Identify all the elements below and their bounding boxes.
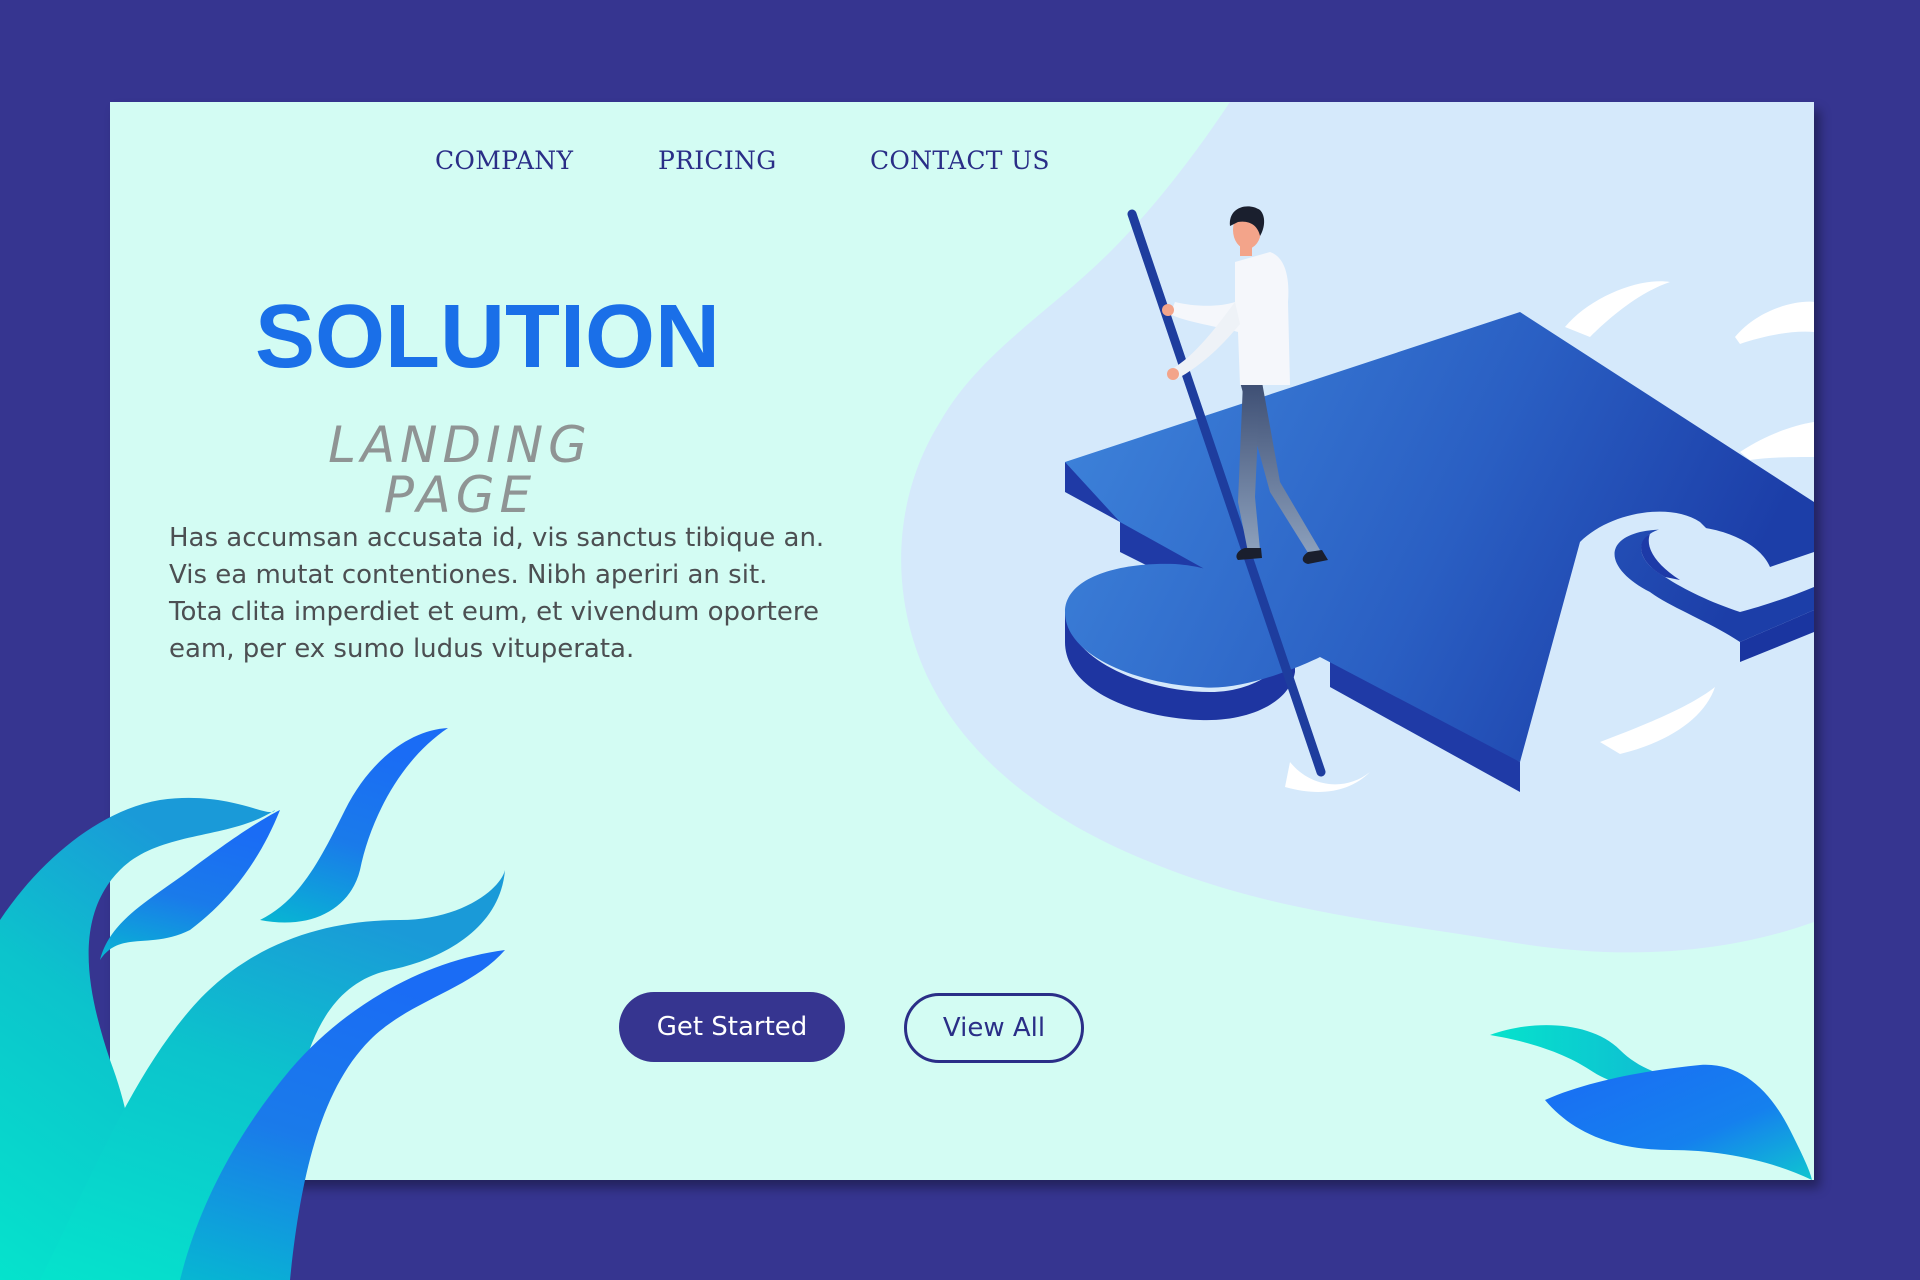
description-line: eam, per ex sumo ludus vituperata.	[169, 634, 635, 664]
nav-pricing[interactable]: PRICING	[658, 146, 776, 175]
nav-contact-us[interactable]: CONTACT US	[870, 146, 1050, 175]
nav-company[interactable]: COMPANY	[435, 146, 573, 175]
description-line: Tota clita imperdiet et eum, et vivendum…	[169, 597, 819, 627]
get-started-button[interactable]: Get Started	[619, 992, 845, 1062]
landing-card: COMPANY PRICING CONTACT US SOLUTION LAND…	[110, 102, 1814, 1180]
top-nav: COMPANY PRICING CONTACT US	[110, 146, 1814, 186]
view-all-button[interactable]: View All	[904, 993, 1084, 1063]
hero-description: Has accumsan accusata id, vis sanctus ti…	[169, 520, 849, 668]
description-line: Vis ea mutat contentiones. Nibh aperiri …	[169, 560, 768, 590]
description-line: Has accumsan accusata id, vis sanctus ti…	[169, 523, 825, 553]
hero-subtitle: LANDING PAGE	[328, 416, 592, 524]
hero-title: SOLUTION	[255, 287, 720, 387]
